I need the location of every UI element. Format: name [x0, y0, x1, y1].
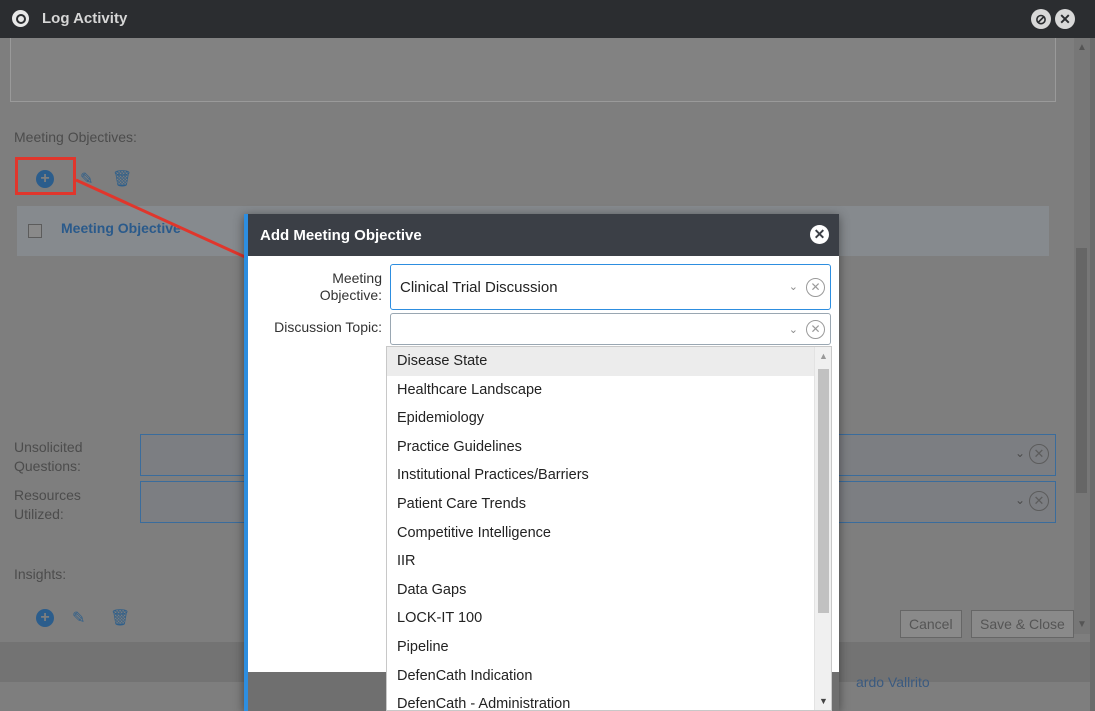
app-logo-icon — [12, 10, 29, 27]
resources-utilized-label: Resources Utilized: — [14, 486, 104, 524]
discussion-topic-dropdown: Disease State Healthcare Landscape Epidemi… — [386, 346, 832, 711]
discussion-topic-select[interactable]: ⌄ ✕ — [390, 313, 831, 345]
clear-icon[interactable]: ✕ — [806, 320, 825, 339]
dialog-close-icon[interactable]: ✕ — [810, 225, 829, 244]
window-title: Log Activity — [42, 10, 128, 27]
form-scrollbar[interactable]: ▲ ▼ — [1074, 38, 1090, 634]
dropdown-option[interactable]: Competitive Intelligence — [387, 519, 831, 548]
scroll-up-icon[interactable]: ▲ — [1077, 42, 1087, 53]
edit-insight-icon[interactable]: ✎ — [72, 608, 85, 628]
delete-objective-icon[interactable]: 🗑 — [112, 169, 132, 189]
unsolicited-questions-label: Unsolicited Questions: — [14, 438, 114, 476]
insights-label: Insights: — [14, 566, 67, 582]
scrollbar-thumb[interactable] — [818, 369, 829, 613]
dropdown-option[interactable]: Healthcare Landscape — [387, 376, 831, 405]
dropdown-option[interactable]: Epidemiology — [387, 404, 831, 433]
dropdown-option[interactable]: Disease State — [387, 347, 831, 376]
minimize-icon[interactable]: ⊘ — [1031, 9, 1051, 29]
chevron-down-icon: ⌄ — [1014, 493, 1025, 507]
cancel-button[interactable]: Cancel — [900, 610, 962, 638]
dropdown-option[interactable]: Institutional Practices/Barriers — [387, 461, 831, 490]
clear-icon[interactable]: ✕ — [806, 278, 825, 297]
dropdown-option[interactable]: Practice Guidelines — [387, 433, 831, 462]
chevron-down-icon: ⌄ — [1014, 446, 1025, 460]
dropdown-scrollbar[interactable]: ▲ ▼ — [814, 347, 831, 710]
dropdown-option[interactable]: Pipeline — [387, 633, 831, 662]
select-all-checkbox[interactable] — [28, 224, 42, 238]
add-objective-icon[interactable]: + — [36, 170, 54, 188]
meeting-objective-label: Meeting Objective: — [319, 270, 382, 303]
resources-utilized-label-text: Resources Utilized: — [14, 487, 81, 522]
dropdown-options-list: Disease State Healthcare Landscape Epidemi… — [387, 347, 831, 710]
dialog-title: Add Meeting Objective — [260, 227, 422, 244]
window-titlebar: Log Activity ⊘ ✕ — [0, 0, 1095, 38]
scroll-down-icon[interactable]: ▼ — [1077, 619, 1087, 630]
scroll-down-icon[interactable]: ▼ — [819, 696, 828, 706]
dropdown-option[interactable]: LOCK-IT 100 — [387, 604, 831, 633]
discussion-topic-label: Discussion Topic: — [274, 319, 382, 335]
meeting-objective-select[interactable]: Clinical Trial Discussion ⌄ ✕ — [390, 264, 831, 310]
chevron-down-icon[interactable]: ⌄ — [789, 280, 798, 293]
edit-objective-icon[interactable]: ✎ — [80, 169, 93, 189]
dialog-header: Add Meeting Objective ✕ — [248, 214, 839, 256]
clear-icon[interactable]: ✕ — [1029, 491, 1049, 511]
notes-textarea[interactable] — [10, 38, 1056, 102]
clear-icon[interactable]: ✕ — [1029, 444, 1049, 464]
dropdown-option[interactable]: Patient Care Trends — [387, 490, 831, 519]
user-name-link[interactable]: ardo Vallrito — [856, 674, 930, 690]
dropdown-option[interactable]: IIR — [387, 547, 831, 576]
chevron-down-icon[interactable]: ⌄ — [789, 323, 798, 336]
dropdown-option[interactable]: Data Gaps — [387, 576, 831, 605]
meeting-objective-column-header: Meeting Objective — [61, 220, 181, 236]
dropdown-option[interactable]: DefenCath Indication — [387, 662, 831, 691]
dropdown-option[interactable]: DefenCath - Administration — [387, 690, 831, 710]
scroll-up-icon[interactable]: ▲ — [819, 351, 828, 361]
save-close-button[interactable]: Save & Close — [971, 610, 1074, 638]
add-insight-icon[interactable]: + — [36, 609, 54, 627]
meeting-objectives-label: Meeting Objectives: — [14, 129, 137, 145]
window-close-icon[interactable]: ✕ — [1055, 9, 1075, 29]
meeting-objective-value: Clinical Trial Discussion — [400, 279, 558, 296]
delete-insight-icon[interactable]: 🗑 — [110, 608, 130, 628]
scrollbar-thumb[interactable] — [1076, 248, 1087, 493]
unsolicited-questions-label-text: Unsolicited Questions: — [14, 439, 83, 474]
